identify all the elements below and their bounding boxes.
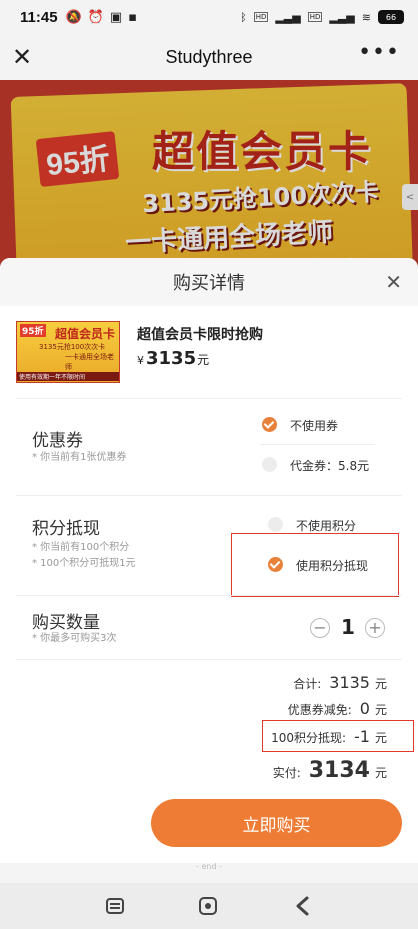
points-none-radio[interactable] bbox=[268, 517, 283, 532]
points-use-radio[interactable] bbox=[268, 557, 283, 572]
purchase-sheet: 购买详情 ✕ 95折 超值会员卡 3135元抢100次次卡 一卡通用全场老师 使… bbox=[0, 258, 418, 863]
sheet-header: 购买详情 ✕ bbox=[0, 258, 418, 306]
points-title: 积分抵现 bbox=[32, 519, 100, 539]
back-icon[interactable] bbox=[292, 895, 314, 917]
quantity-decrement-button[interactable]: − bbox=[310, 618, 330, 638]
status-time: 11:45 bbox=[20, 8, 58, 26]
quantity-note: * 你最多可购买3次 bbox=[32, 633, 117, 644]
hd-badge: HD bbox=[253, 12, 269, 22]
coupon-title: 优惠券 bbox=[32, 431, 83, 451]
hd-badge-2: HD bbox=[307, 12, 323, 22]
close-icon[interactable]: ✕ bbox=[385, 270, 402, 294]
summary-pay: 实付: 3134 元 bbox=[272, 758, 387, 783]
mute-bell-icon: 🔕 bbox=[65, 9, 82, 25]
thumb-footer: 使用有效期一年不限时间 bbox=[17, 372, 119, 381]
coupon-voucher-radio[interactable] bbox=[262, 457, 277, 472]
divider bbox=[16, 595, 402, 596]
divider bbox=[16, 495, 402, 496]
more-icon[interactable]: ••• bbox=[358, 40, 400, 65]
thumb-line-1: 3135元抢100次次卡 bbox=[39, 343, 106, 351]
system-nav-bar bbox=[0, 883, 418, 929]
summary-points: 100积分抵现: -1 元 bbox=[271, 727, 387, 746]
quantity-title: 购买数量 bbox=[32, 613, 100, 633]
points-use-label[interactable]: 使用积分抵现 bbox=[296, 557, 368, 574]
sheet-title: 购买详情 bbox=[173, 273, 245, 294]
signal-icon: ▂▃▅ bbox=[275, 10, 301, 24]
signal-icon-2: ▂▃▅ bbox=[329, 10, 355, 24]
alarm-icon: ⏰ bbox=[87, 9, 104, 25]
coupon-none-radio[interactable] bbox=[262, 417, 277, 432]
coupon-voucher-label[interactable]: 代金券：5.8元 bbox=[290, 457, 369, 474]
coupon-none-label[interactable]: 不使用券 bbox=[290, 417, 338, 434]
product-thumbnail: 95折 超值会员卡 3135元抢100次次卡 一卡通用全场老师 使用有效期一年不… bbox=[16, 321, 120, 383]
coupon-note: * 你当前有1张优惠券 bbox=[32, 452, 127, 463]
points-note-2: * 100个积分可抵现1元 bbox=[32, 558, 136, 569]
page-title: Studythree bbox=[165, 46, 253, 67]
thumb-line-2: 一卡通用全场老师 bbox=[65, 353, 114, 371]
notification-icon: ▪ bbox=[128, 9, 138, 25]
end-label: - end - bbox=[0, 863, 418, 883]
summary-coupon: 优惠券减免: 0 元 bbox=[287, 699, 387, 718]
bluetooth-icon: ᛒ bbox=[240, 10, 247, 24]
thumb-discount: 95折 bbox=[20, 324, 46, 337]
wifi-icon: ≋ bbox=[361, 10, 371, 24]
close-icon[interactable]: ✕ bbox=[12, 43, 32, 71]
quantity-value: 1 bbox=[341, 615, 355, 639]
product-name: 超值会员卡限时抢购 bbox=[137, 327, 263, 343]
battery-icon: 66 bbox=[378, 10, 404, 24]
status-bar: 11:45 🔕 ⏰ ▣ ▪ ᛒ HD ▂▃▅ HD ▂▃▅ ≋ 66 bbox=[0, 0, 418, 34]
quantity-increment-button[interactable]: + bbox=[365, 618, 385, 638]
summary-total: 合计: 3135 元 bbox=[293, 673, 387, 692]
buy-now-button[interactable]: 立即购买 bbox=[151, 799, 402, 847]
home-icon[interactable] bbox=[197, 895, 219, 917]
points-none-label[interactable]: 不使用积分 bbox=[296, 517, 356, 534]
product-summary: 95折 超值会员卡 3135元抢100次次卡 一卡通用全场老师 使用有效期一年不… bbox=[16, 321, 406, 385]
app-notification-icon: ▣ bbox=[109, 9, 123, 25]
thumb-title: 超值会员卡 bbox=[55, 327, 116, 341]
points-note-1: * 你当前有100个积分 bbox=[32, 542, 130, 553]
title-bar: ✕ Studythree ••• bbox=[0, 34, 418, 80]
divider bbox=[16, 659, 402, 660]
product-price: ¥ 3135 元 bbox=[137, 348, 210, 369]
divider bbox=[16, 398, 402, 399]
recent-apps-icon[interactable] bbox=[104, 895, 126, 917]
modal-overlay[interactable] bbox=[0, 80, 418, 280]
